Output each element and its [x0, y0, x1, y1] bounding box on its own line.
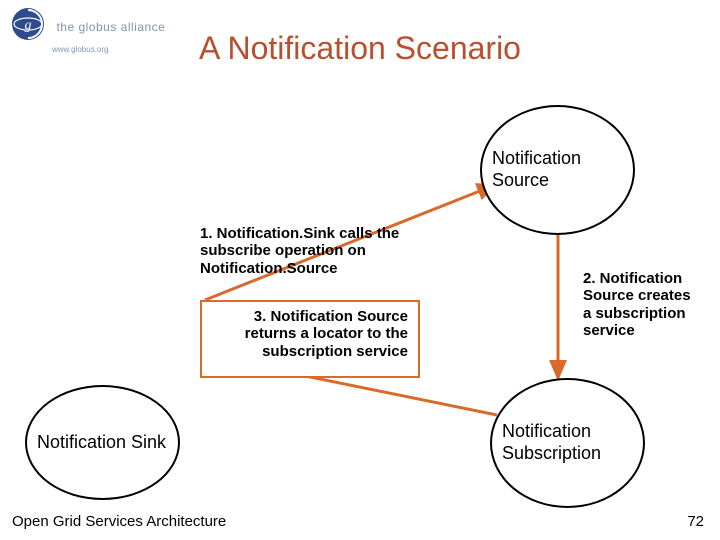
node-notification-source: Notification Source [480, 105, 635, 235]
footer-org: Open Grid Services Architecture [12, 513, 226, 530]
node-sink-label: Notification Sink [27, 432, 178, 454]
step-3-text: 3. Notification Source returns a locator… [212, 308, 408, 360]
footer-page: 72 [687, 513, 704, 530]
step-3-box: 3. Notification Source returns a locator… [200, 300, 420, 378]
step-1-text: 1. Notification.Sink calls the subscribe… [200, 225, 430, 277]
node-notification-subscription: Notification Subscription [490, 378, 645, 508]
node-subscription-label: Notification Subscription [492, 421, 643, 464]
node-source-label: Notification Source [482, 148, 633, 191]
page-title: A Notification Scenario [0, 30, 720, 67]
step-2-text: 2. Notification Source creates a subscri… [583, 270, 703, 339]
node-notification-sink: Notification Sink [25, 385, 180, 500]
